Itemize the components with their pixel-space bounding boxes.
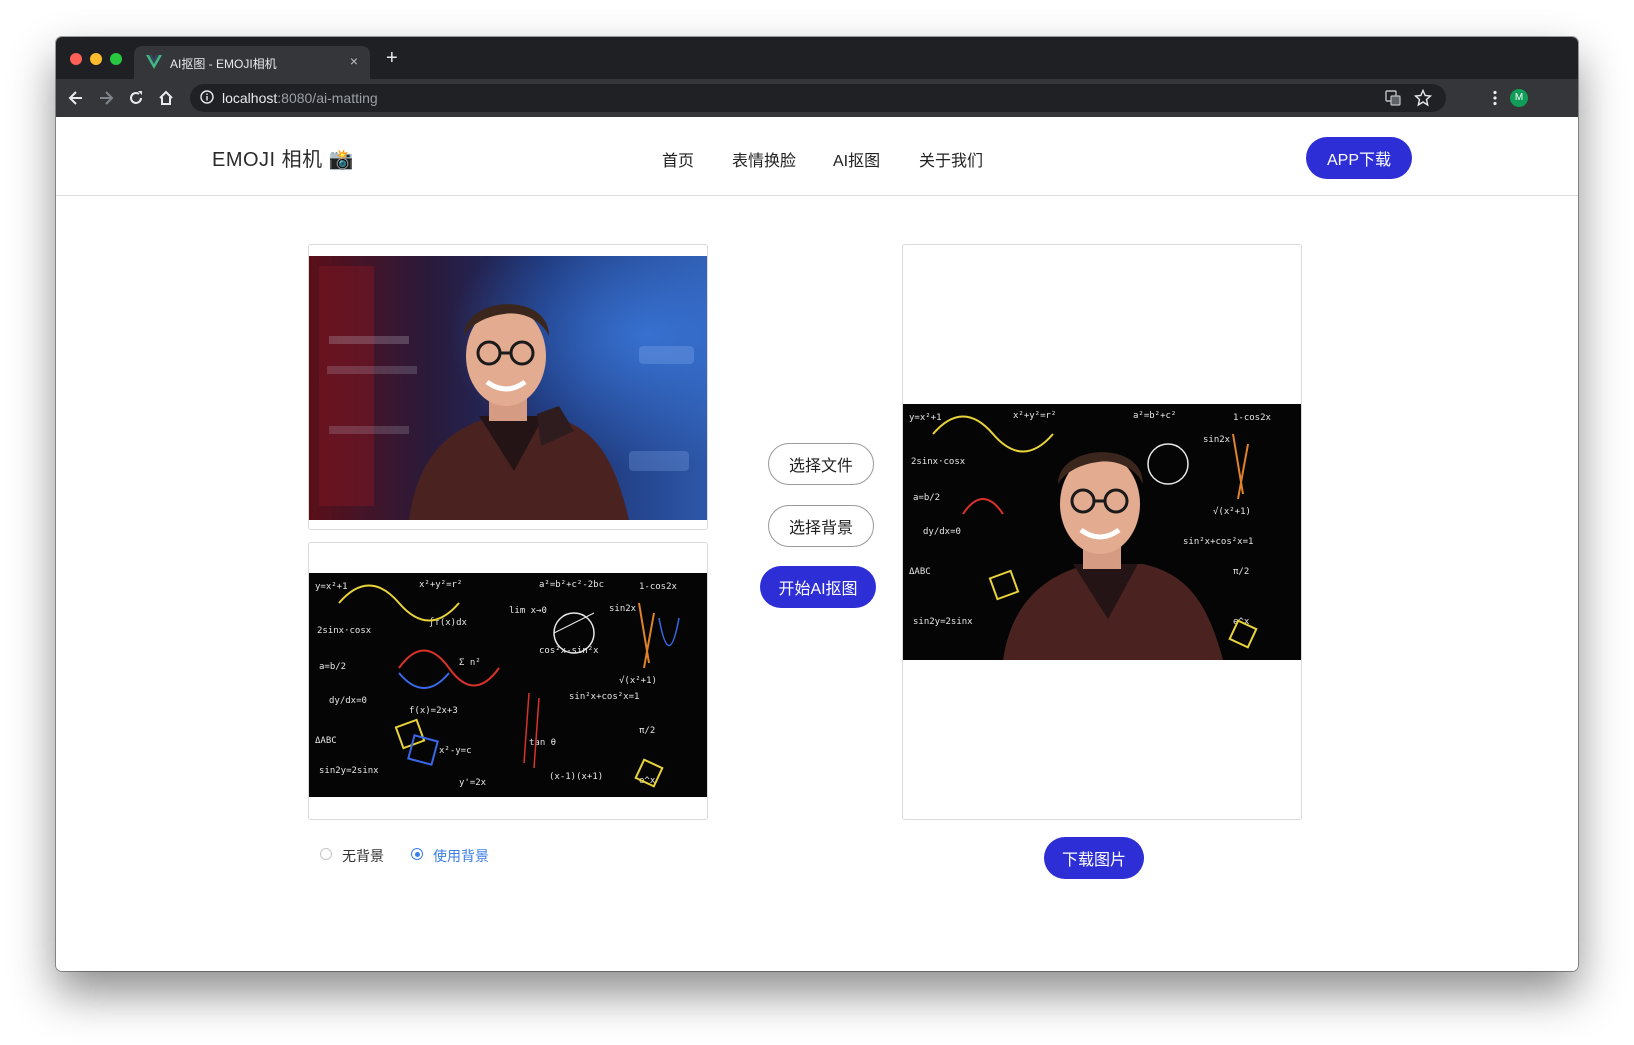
- back-arrow-icon[interactable]: [66, 88, 86, 108]
- svg-text:x²+y²=r²: x²+y²=r²: [419, 580, 462, 590]
- svg-text:sin2x: sin2x: [609, 604, 637, 614]
- source-portrait-image: [309, 256, 707, 520]
- nav-ai-matting[interactable]: AI抠图: [833, 147, 880, 171]
- svg-text:x²+y²=r²: x²+y²=r²: [1013, 411, 1056, 421]
- svg-text:√(x²+1): √(x²+1): [619, 675, 657, 686]
- close-tab-icon[interactable]: ×: [350, 53, 358, 69]
- result-image-panel: y=x²+1 x²+y²=r² a²=b²+c² 1-cos2x 2sinx·cosx…: [902, 244, 1302, 820]
- url-host: localhost: [222, 90, 278, 106]
- radio-checked-icon: [411, 848, 423, 860]
- svg-text:dy/dx=0: dy/dx=0: [329, 696, 367, 706]
- svg-text:a=b/2: a=b/2: [319, 662, 346, 672]
- svg-text:(x-1)(x+1): (x-1)(x+1): [549, 772, 603, 782]
- vue-logo-icon: [146, 55, 162, 69]
- site-info-icon[interactable]: [200, 90, 214, 104]
- url-text: localhost:8080/ai-matting: [222, 90, 378, 106]
- page-content: EMOJI 相机 📸 首页 表情换脸 AI抠图 关于我们 APP下载 y=x²+…: [56, 117, 1578, 971]
- background-math-image: y=x²+1 x²+y²=r² a²=b²+c²-2bc 1-cos2x 2sinx·…: [309, 573, 707, 797]
- svg-text:sin²x+cos²x=1: sin²x+cos²x=1: [1183, 537, 1253, 547]
- svg-text:y=x²+1: y=x²+1: [909, 413, 942, 423]
- svg-text:tan θ: tan θ: [529, 738, 556, 748]
- address-bar[interactable]: localhost:8080/ai-matting: [190, 84, 1446, 112]
- browser-window: AI抠图 - EMOJI相机 × + localhost:8080/ai-mat…: [56, 37, 1578, 971]
- tab-strip: AI抠图 - EMOJI相机 × +: [56, 37, 1578, 79]
- background-image-panel[interactable]: y=x²+1 x²+y²=r² a²=b²+c²-2bc 1-cos2x 2sinx·…: [308, 542, 708, 820]
- svg-text:sin2x: sin2x: [1203, 435, 1231, 445]
- svg-text:2sinx·cosx: 2sinx·cosx: [317, 626, 372, 636]
- use-background-label: 使用背景: [433, 848, 489, 864]
- reload-icon[interactable]: [126, 88, 146, 108]
- svg-text:2sinx·cosx: 2sinx·cosx: [911, 457, 966, 467]
- nav-face-swap[interactable]: 表情换脸: [732, 147, 796, 171]
- url-path: :8080/ai-matting: [277, 90, 378, 106]
- no-background-label: 无背景: [342, 848, 384, 864]
- svg-text:x²-y=c: x²-y=c: [439, 746, 472, 756]
- svg-text:sin²x+cos²x=1: sin²x+cos²x=1: [569, 692, 639, 702]
- svg-text:ΔABC: ΔABC: [909, 567, 931, 577]
- start-ai-matting-button[interactable]: 开始AI抠图: [760, 566, 876, 608]
- browser-toolbar: localhost:8080/ai-matting M: [56, 79, 1578, 117]
- select-background-button[interactable]: 选择背景: [768, 505, 874, 547]
- svg-text:y=x²+1: y=x²+1: [315, 582, 348, 592]
- maximize-window-button[interactable]: [110, 53, 122, 65]
- svg-text:π/2: π/2: [1233, 567, 1249, 577]
- svg-text:y'=2x: y'=2x: [459, 778, 487, 788]
- svg-text:cos²x-sin²x: cos²x-sin²x: [539, 646, 599, 656]
- profile-avatar[interactable]: M: [1510, 89, 1528, 107]
- result-composite-image: y=x²+1 x²+y²=r² a²=b²+c² 1-cos2x 2sinx·cosx…: [903, 404, 1301, 660]
- browser-tab[interactable]: AI抠图 - EMOJI相机 ×: [134, 46, 370, 79]
- select-file-button[interactable]: 选择文件: [768, 443, 874, 485]
- svg-text:1-cos2x: 1-cos2x: [639, 582, 678, 592]
- source-image-panel[interactable]: [308, 244, 708, 530]
- svg-text:a=b/2: a=b/2: [913, 493, 940, 503]
- site-logo[interactable]: EMOJI 相机 📸: [212, 143, 354, 172]
- svg-text:a²=b²+c²: a²=b²+c²: [1133, 411, 1176, 421]
- tab-title: AI抠图 - EMOJI相机: [170, 57, 277, 71]
- minimize-window-button[interactable]: [90, 53, 102, 65]
- site-header: EMOJI 相机 📸 首页 表情换脸 AI抠图 关于我们 APP下载: [56, 117, 1578, 196]
- svg-text:√(x²+1): √(x²+1): [1213, 506, 1251, 517]
- svg-text:f(x)=2x+3: f(x)=2x+3: [409, 706, 458, 716]
- svg-text:π/2: π/2: [639, 726, 655, 736]
- nav-home[interactable]: 首页: [662, 147, 694, 171]
- new-tab-button[interactable]: +: [386, 47, 398, 70]
- translate-icon[interactable]: [1384, 89, 1402, 107]
- more-menu-icon[interactable]: [1486, 89, 1504, 107]
- svg-text:dy/dx=0: dy/dx=0: [923, 527, 961, 537]
- nav-about-us[interactable]: 关于我们: [919, 147, 983, 171]
- svg-text:a²=b²+c²-2bc: a²=b²+c²-2bc: [539, 580, 604, 590]
- home-icon[interactable]: [156, 88, 176, 108]
- svg-text:lim x→0: lim x→0: [509, 606, 547, 616]
- app-download-button[interactable]: APP下载: [1306, 137, 1412, 179]
- svg-text:sin2y=2sinx: sin2y=2sinx: [319, 766, 379, 776]
- svg-text:ΔABC: ΔABC: [315, 736, 337, 746]
- close-window-button[interactable]: [70, 53, 82, 65]
- svg-text:∫f(x)dx: ∫f(x)dx: [429, 617, 468, 628]
- bookmark-star-icon[interactable]: [1414, 89, 1432, 107]
- download-image-button[interactable]: 下载图片: [1044, 837, 1144, 879]
- svg-text:sin2y=2sinx: sin2y=2sinx: [913, 617, 973, 627]
- forward-arrow-icon[interactable]: [96, 88, 116, 108]
- radio-unchecked-icon: [320, 848, 332, 860]
- svg-text:1-cos2x: 1-cos2x: [1233, 413, 1272, 423]
- svg-text:Σ n²: Σ n²: [459, 658, 481, 668]
